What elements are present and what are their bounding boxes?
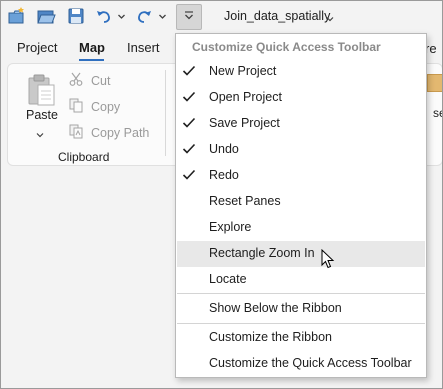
menu-item-rectangle-zoom-in[interactable]: Rectangle Zoom In (177, 241, 425, 267)
menu-item-label: Undo (209, 142, 239, 156)
redo-icon (135, 7, 153, 25)
menu-item-label: Open Project (209, 90, 282, 104)
undo-button[interactable] (95, 5, 113, 27)
undo-icon (95, 7, 113, 25)
menu-item-show-below-ribbon[interactable]: Show Below the Ribbon (177, 296, 425, 322)
paste-label[interactable]: Paste (26, 108, 58, 122)
open-project-button[interactable] (36, 5, 56, 27)
checkmark-icon (178, 111, 200, 135)
project-title[interactable]: Join_data_spatially (224, 9, 330, 23)
paste-button[interactable] (27, 73, 57, 112)
new-project-button[interactable] (6, 5, 26, 27)
menu-item-label: Redo (209, 168, 239, 182)
menu-item-save-project[interactable]: Save Project (177, 111, 425, 137)
menu-item-customize-ribbon[interactable]: Customize the Ribbon (177, 325, 425, 351)
menu-item-label: Locate (209, 272, 247, 286)
menu-item-label: Show Below the Ribbon (209, 301, 342, 315)
tab-insert[interactable]: Insert (127, 40, 160, 55)
tab-map[interactable]: Map (79, 40, 105, 55)
menu-item-label: Rectangle Zoom In (209, 246, 315, 260)
open-project-icon (36, 6, 56, 26)
redo-button[interactable] (135, 5, 153, 27)
cut-button[interactable]: Cut (68, 72, 110, 90)
menu-item-label: Reset Panes (209, 194, 281, 208)
active-tab-indicator (79, 59, 104, 61)
checkmark-icon (178, 137, 200, 161)
redo-dropdown[interactable] (158, 5, 167, 27)
checkmark-icon (178, 85, 200, 109)
checkmark-icon (178, 163, 200, 187)
cut-label: Cut (91, 74, 111, 88)
customize-dropdown-icon (183, 8, 195, 26)
scissors-icon (68, 71, 84, 92)
save-project-button[interactable] (66, 5, 86, 27)
menu-header: Customize Quick Access Toolbar (192, 40, 381, 54)
menu-separator (177, 323, 425, 324)
copy-icon (68, 97, 84, 118)
menu-item-explore[interactable]: Explore (177, 215, 425, 241)
chevron-down-icon (158, 12, 167, 21)
menu-item-label: Explore (209, 220, 252, 234)
copy-path-label: Copy Path (91, 126, 150, 140)
menu-item-customize-qat[interactable]: Customize the Quick Access Toolbar (177, 351, 425, 377)
chevron-down-icon (117, 12, 126, 21)
menu-item-label: New Project (209, 64, 277, 78)
menu-item-label: Customize the Quick Access Toolbar (209, 356, 412, 370)
menu-item-locate[interactable]: Locate (177, 267, 425, 293)
group-divider (165, 70, 166, 156)
customize-qat-menu: Customize Quick Access Toolbar New Proje… (175, 33, 427, 378)
save-project-icon (66, 6, 86, 26)
copy-label: Copy (91, 100, 121, 114)
customize-qat-button[interactable] (176, 4, 202, 30)
menu-item-open-project[interactable]: Open Project (177, 85, 425, 111)
menu-item-label: Save Project (209, 116, 280, 130)
clipboard-group-label: Clipboard (58, 150, 110, 164)
copy-path-icon (68, 123, 84, 144)
new-project-icon (6, 6, 26, 26)
mouse-cursor-icon (321, 248, 335, 274)
checkmark-icon (178, 59, 200, 83)
menu-item-undo[interactable]: Undo (177, 137, 425, 163)
copy-button[interactable]: Copy (68, 98, 120, 116)
menu-item-redo[interactable]: Redo (177, 163, 425, 189)
ribbon-edge-icon[interactable] (427, 74, 443, 92)
chevron-down-icon[interactable] (326, 10, 334, 28)
ribbon-edge-fragment[interactable]: se (433, 106, 443, 120)
menu-item-new-project[interactable]: New Project (177, 59, 425, 85)
chevron-down-icon[interactable] (36, 126, 44, 144)
tab-project[interactable]: Project (17, 40, 57, 55)
quick-access-toolbar: Join_data_spatially (0, 0, 443, 34)
undo-dropdown[interactable] (117, 5, 126, 27)
menu-item-reset-panes[interactable]: Reset Panes (177, 189, 425, 215)
menu-separator (177, 293, 425, 294)
copy-path-button[interactable]: Copy Path (68, 124, 149, 142)
menu-item-label: Customize the Ribbon (209, 330, 332, 344)
